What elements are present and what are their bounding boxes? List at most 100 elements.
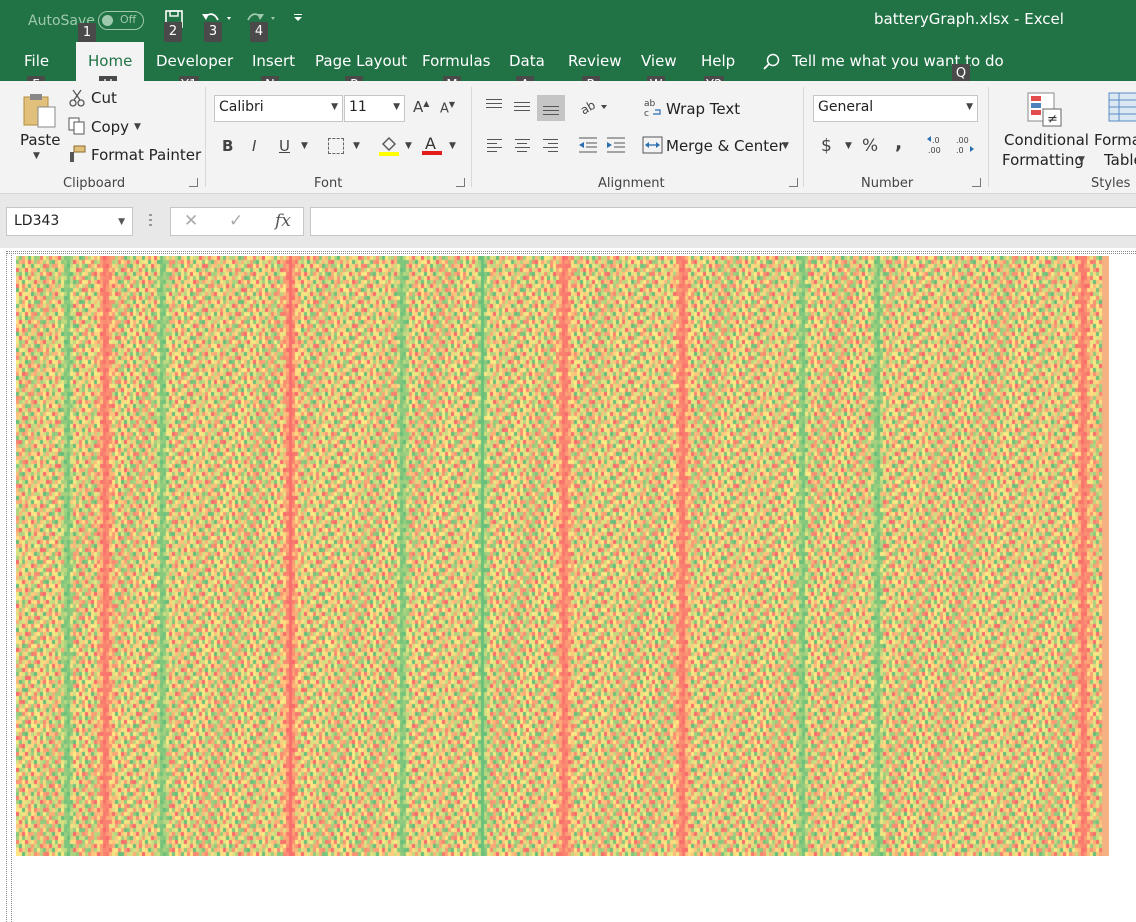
percent-button[interactable]: % bbox=[862, 136, 878, 156]
tab-help[interactable]: Help bbox=[701, 52, 735, 70]
svg-text:ab: ab bbox=[644, 99, 656, 109]
format-as-table-label-2: Table bbox=[1104, 151, 1136, 169]
formula-bar: LD343 ▼ ✕ ✓ fx bbox=[0, 194, 1136, 248]
increase-indent-icon[interactable] bbox=[606, 136, 626, 154]
orientation-icon[interactable]: ab bbox=[579, 97, 609, 117]
align-left-icon[interactable] bbox=[487, 139, 502, 152]
top-align-icon[interactable] bbox=[486, 99, 502, 108]
number-format-select[interactable]: General ▼ bbox=[813, 95, 978, 122]
conditional-formatting-label-2[interactable]: Formatting bbox=[1002, 151, 1084, 169]
tab-review[interactable]: Review bbox=[568, 52, 622, 70]
autosave-state: Off bbox=[120, 13, 137, 26]
conditional-formatting-label-1[interactable]: Conditional bbox=[1004, 131, 1089, 149]
comma-style-button[interactable]: , bbox=[895, 132, 902, 154]
alignment-group-label: Alignment bbox=[598, 176, 665, 191]
row-header-strip bbox=[6, 251, 12, 922]
font-launcher-icon[interactable] bbox=[456, 178, 465, 187]
enter-icon[interactable]: ✓ bbox=[229, 211, 243, 231]
font-color-icon[interactable]: A bbox=[421, 134, 443, 156]
wrap-text-button[interactable]: Wrap Text bbox=[666, 100, 740, 118]
customize-quick-access-icon[interactable] bbox=[294, 11, 304, 23]
name-box[interactable]: LD343 ▼ bbox=[6, 207, 133, 236]
fill-color-icon[interactable] bbox=[378, 135, 400, 157]
svg-text:.00: .00 bbox=[928, 146, 941, 155]
toggle-knob bbox=[102, 15, 113, 26]
italic-button[interactable]: I bbox=[252, 137, 256, 155]
tab-data[interactable]: Data bbox=[509, 52, 545, 70]
font-color-dropdown-icon[interactable]: ▼ bbox=[449, 141, 456, 151]
paste-dropdown-icon[interactable]: ▼ bbox=[33, 151, 40, 161]
merge-center-button[interactable]: Merge & Center bbox=[666, 137, 785, 155]
wrap-text-icon[interactable]: ab c bbox=[643, 98, 663, 118]
separator bbox=[803, 87, 804, 187]
insert-function-icon[interactable]: fx bbox=[275, 211, 291, 231]
fill-color-dropdown-icon[interactable]: ▼ bbox=[405, 141, 412, 151]
decrease-indent-icon[interactable] bbox=[578, 136, 598, 154]
conditional-format-heatmap[interactable] bbox=[16, 256, 1109, 856]
splitter-dots-icon[interactable] bbox=[149, 214, 152, 226]
currency-button[interactable]: $ bbox=[821, 136, 832, 156]
underline-dropdown-icon[interactable]: ▼ bbox=[301, 141, 308, 151]
svg-text:≠: ≠ bbox=[1047, 112, 1058, 127]
alignment-launcher-icon[interactable] bbox=[789, 178, 798, 187]
cancel-icon[interactable]: ✕ bbox=[184, 211, 198, 231]
chevron-down-icon: ▼ bbox=[118, 217, 125, 227]
tab-page-layout[interactable]: Page Layout bbox=[315, 52, 407, 70]
bottom-align-icon bbox=[543, 106, 559, 115]
format-painter-icon[interactable] bbox=[68, 145, 86, 163]
align-right-icon[interactable] bbox=[543, 139, 558, 152]
styles-group-label: Styles bbox=[1091, 176, 1131, 191]
decrease-font-size-icon[interactable]: A▼ bbox=[440, 100, 455, 116]
copy-icon[interactable] bbox=[68, 117, 86, 135]
underline-button[interactable]: U bbox=[279, 137, 290, 155]
lightbulb-icon bbox=[763, 53, 780, 70]
chevron-down-icon: ▼ bbox=[393, 102, 400, 112]
paste-button[interactable]: Paste bbox=[20, 131, 61, 149]
svg-text:.0: .0 bbox=[932, 136, 940, 145]
svg-text:ab: ab bbox=[579, 98, 598, 117]
chevron-down-icon: ▼ bbox=[966, 102, 973, 112]
bottom-align-button[interactable] bbox=[537, 95, 565, 121]
svg-text:.0: .0 bbox=[956, 146, 964, 155]
keytip-redo: 4 bbox=[250, 22, 268, 42]
title-bar: AutoSave Off 1 2 3 4 batteryGraph.xlsx -… bbox=[0, 0, 1136, 43]
tab-formulas[interactable]: Formulas bbox=[422, 52, 490, 70]
svg-text:.00: .00 bbox=[956, 136, 969, 145]
column-header-strip bbox=[6, 251, 1136, 254]
bold-button[interactable]: B bbox=[222, 137, 233, 155]
cut-icon[interactable] bbox=[68, 89, 86, 107]
tab-file[interactable]: File bbox=[24, 52, 49, 70]
separator bbox=[988, 87, 989, 187]
font-group-label: Font bbox=[314, 176, 343, 191]
copy-button[interactable]: Copy bbox=[91, 118, 129, 136]
conditional-formatting-icon[interactable]: ≠ bbox=[1027, 92, 1063, 128]
format-as-table-button[interactable]: Format as Table bbox=[1094, 81, 1136, 175]
clipboard-group-label: Clipboard bbox=[63, 176, 126, 191]
paste-icon[interactable] bbox=[22, 92, 58, 128]
align-center-icon[interactable] bbox=[515, 139, 530, 152]
conditional-formatting-dropdown-icon[interactable]: ▼ bbox=[1078, 155, 1085, 165]
tell-me-search[interactable]: Tell me what you want to do bbox=[792, 52, 1004, 70]
currency-dropdown-icon[interactable]: ▼ bbox=[845, 141, 852, 151]
merge-dropdown-icon[interactable]: ▼ bbox=[782, 141, 789, 151]
increase-font-size-icon[interactable]: A▲ bbox=[413, 98, 429, 116]
decrease-decimal-icon[interactable]: .00 .0 bbox=[954, 135, 976, 155]
copy-dropdown-icon[interactable]: ▼ bbox=[134, 122, 141, 132]
cut-button[interactable]: Cut bbox=[91, 89, 117, 107]
font-size-select[interactable]: 11 ▼ bbox=[344, 95, 405, 122]
borders-dropdown-icon[interactable]: ▼ bbox=[353, 141, 360, 151]
middle-align-icon[interactable] bbox=[514, 102, 530, 111]
merge-center-icon[interactable] bbox=[642, 136, 663, 154]
formula-input[interactable] bbox=[310, 207, 1136, 236]
tab-view[interactable]: View bbox=[641, 52, 677, 70]
autosave-toggle[interactable]: Off bbox=[98, 11, 144, 30]
number-launcher-icon[interactable] bbox=[972, 178, 981, 187]
borders-icon[interactable] bbox=[328, 138, 344, 154]
tab-developer[interactable]: Developer bbox=[156, 52, 233, 70]
tab-insert[interactable]: Insert bbox=[252, 52, 295, 70]
clipboard-launcher-icon[interactable] bbox=[189, 178, 198, 187]
format-painter-button[interactable]: Format Painter bbox=[91, 146, 201, 164]
increase-decimal-icon[interactable]: .0 .00 bbox=[926, 135, 948, 155]
font-name-select[interactable]: Calibri ▼ bbox=[214, 95, 343, 122]
worksheet-grid[interactable] bbox=[0, 248, 1136, 922]
